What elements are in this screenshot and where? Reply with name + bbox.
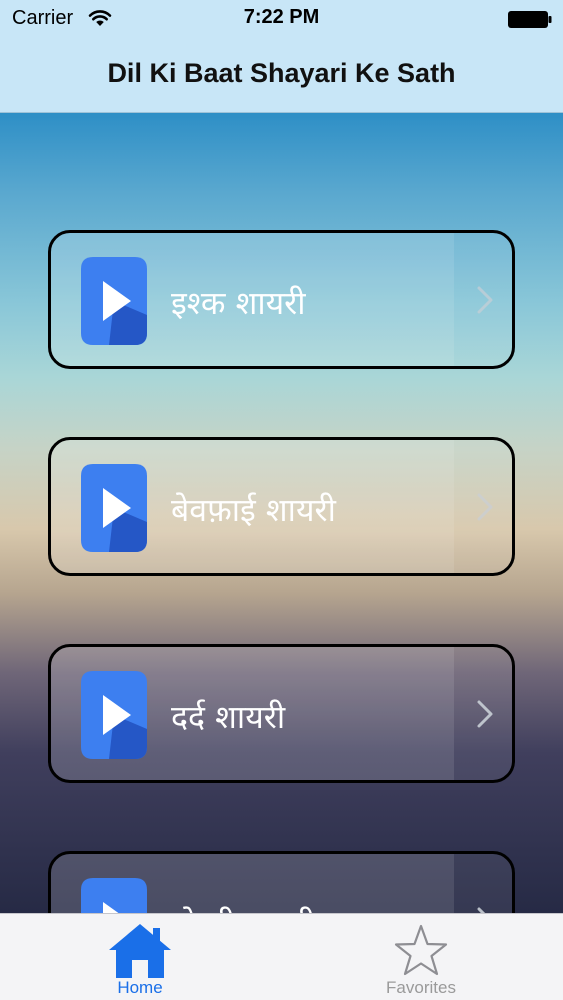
- category-card-dard[interactable]: दर्द शायरी: [48, 644, 515, 783]
- tab-home[interactable]: Home: [40, 914, 240, 1000]
- category-label: दोस्ती शायरी: [171, 902, 315, 913]
- category-card-bewafai[interactable]: बेवफ़ाई शायरी: [48, 437, 515, 576]
- tab-favorites-label: Favorites: [386, 978, 456, 997]
- star-icon: [394, 924, 448, 976]
- play-icon: [81, 464, 147, 552]
- category-list: इश्क शायरी बेवफ़ाई शायरी दर्द शायरी: [0, 113, 563, 913]
- status-time: 7:22 PM: [243, 6, 320, 28]
- play-icon: [81, 878, 147, 913]
- battery-icon: [508, 11, 552, 28]
- tab-favorites[interactable]: Favorites: [321, 914, 521, 1000]
- chevron-right-icon: [477, 700, 493, 728]
- play-icon: [81, 671, 147, 759]
- status-bar: Carrier 7:22 PM: [0, 0, 563, 38]
- play-icon: [81, 257, 147, 345]
- category-card-dosti[interactable]: दोस्ती शायरी: [48, 851, 515, 913]
- category-label: दर्द शायरी: [171, 698, 286, 736]
- chevron-right-icon: [477, 286, 493, 314]
- home-icon: [109, 924, 171, 978]
- tab-home-label: Home: [117, 978, 163, 997]
- category-label: इश्क शायरी: [171, 284, 306, 322]
- tab-bar: Home Favorites: [0, 913, 563, 1000]
- chevron-right-icon: [477, 907, 486, 913]
- category-card-ishq[interactable]: इश्क शायरी: [48, 230, 515, 369]
- page-title: Dil Ki Baat Shayari Ke Sath: [107, 58, 456, 88]
- category-label: बेवफ़ाई शायरी: [171, 491, 336, 529]
- top-bar: Carrier 7:22 PM Dil Ki Baat Shayari Ke S…: [0, 0, 563, 113]
- chevron-right-icon: [477, 493, 493, 521]
